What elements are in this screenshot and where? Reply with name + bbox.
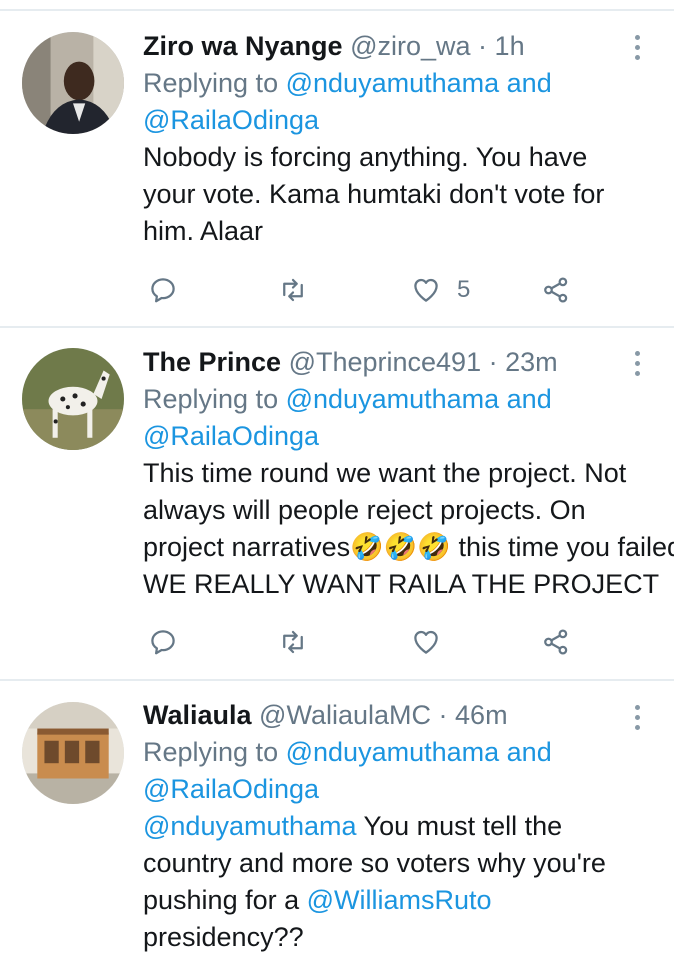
mention-link[interactable]: @nduyamuthama xyxy=(143,811,357,841)
tweet-text: You must tell the xyxy=(356,811,563,841)
tweet-text-line: country and more so voters why you're xyxy=(143,848,606,878)
more-vertical-icon[interactable] xyxy=(627,348,647,382)
share-icon xyxy=(544,629,568,655)
mention-link[interactable]: @RailaOdinga xyxy=(143,421,319,451)
mention-link[interactable]: @nduyamuthama xyxy=(286,737,500,767)
tweet-text-line: your vote. Kama humtaki don't vote for xyxy=(143,179,605,209)
separator-dot: · xyxy=(488,347,498,377)
replying-label: Replying to xyxy=(143,384,279,414)
tweet-header: Ziro wa Nyange @ziro_wa · 1h xyxy=(143,28,663,65)
tweet-text: pushing for a xyxy=(143,885,307,915)
like-button[interactable]: 5 xyxy=(411,270,470,310)
reply-icon xyxy=(151,278,175,303)
tweet-header: Waliaula @WaliaulaMC · 46m xyxy=(143,697,663,734)
display-name[interactable]: The Prince xyxy=(143,347,281,377)
retweet-icon xyxy=(283,278,303,302)
share-icon xyxy=(544,277,568,303)
separator xyxy=(0,679,674,681)
tweet-actions xyxy=(143,622,593,662)
tweet-text-line: Nobody is forcing anything. You have xyxy=(143,142,588,172)
reply-button[interactable] xyxy=(148,622,178,662)
retweet-button[interactable] xyxy=(278,622,308,662)
tweet-header: The Prince @Theprince491 · 23m xyxy=(143,344,663,381)
avatar-photo xyxy=(22,348,124,450)
replying-and[interactable]: and xyxy=(507,384,552,414)
share-button[interactable] xyxy=(541,622,571,662)
replying-to-cont: @RailaOdinga xyxy=(143,102,663,139)
mention-link[interactable]: @nduyamuthama xyxy=(286,68,500,98)
heart-icon xyxy=(414,630,438,654)
retweet-button[interactable] xyxy=(278,270,308,310)
replying-to: Replying to @nduyamuthama and xyxy=(143,381,663,418)
replying-to-cont: @RailaOdinga xyxy=(143,418,663,455)
separator-dot: · xyxy=(438,700,448,730)
replying-to-cont: @RailaOdinga xyxy=(143,771,663,808)
replying-to: Replying to @nduyamuthama and xyxy=(143,734,663,771)
tweet-text-line: him. Alaar xyxy=(143,216,264,246)
avatar[interactable] xyxy=(22,702,124,804)
tweet-text-line: @nduyamuthama You must tell the xyxy=(143,808,663,845)
tweet-text-line: always will people reject projects. On xyxy=(143,495,586,525)
like-count: 5 xyxy=(457,276,471,303)
timestamp[interactable]: 23m xyxy=(505,347,558,377)
mention-link[interactable]: @WilliamsRuto xyxy=(307,885,492,915)
tweet-text-line: project narratives🤣🤣🤣 this time you fail… xyxy=(143,532,674,562)
handle[interactable]: @ziro_wa xyxy=(350,31,470,61)
replying-and[interactable]: and xyxy=(507,737,552,767)
replying-label: Replying to xyxy=(143,68,279,98)
mention-link[interactable]: @nduyamuthama xyxy=(286,384,500,414)
reply-icon xyxy=(151,630,175,655)
tweet-text-line: WE REALLY WANT RAILA THE PROJECT xyxy=(143,569,660,599)
reply-button[interactable] xyxy=(148,270,178,310)
avatar-photo xyxy=(22,702,124,804)
handle[interactable]: @WaliaulaMC xyxy=(259,700,431,730)
timestamp[interactable]: 1h xyxy=(495,31,525,61)
timestamp[interactable]: 46m xyxy=(455,700,508,730)
avatar[interactable] xyxy=(22,32,124,134)
retweet-icon xyxy=(283,630,303,654)
display-name[interactable]: Ziro wa Nyange xyxy=(143,31,343,61)
avatar-photo xyxy=(22,32,124,134)
display-name[interactable]: Waliaula xyxy=(143,700,252,730)
mention-link[interactable]: @RailaOdinga xyxy=(143,105,319,135)
more-vertical-icon[interactable] xyxy=(627,32,647,66)
avatar[interactable] xyxy=(22,348,124,450)
replying-label: Replying to xyxy=(143,737,279,767)
replying-to: Replying to @nduyamuthama and xyxy=(143,65,663,102)
tweet-text-line: pushing for a @WilliamsRuto xyxy=(143,882,663,919)
separator-top xyxy=(0,9,674,11)
heart-icon xyxy=(414,278,438,302)
separator-dot: · xyxy=(478,31,488,61)
tweet-text-line: presidency?? xyxy=(143,922,304,952)
replying-and[interactable]: and xyxy=(507,68,552,98)
tweet-actions: 5 xyxy=(143,270,593,310)
separator xyxy=(0,326,674,328)
handle[interactable]: @Theprince491 xyxy=(289,347,482,377)
share-button[interactable] xyxy=(541,270,571,310)
tweet-text-line: This time round we want the project. Not xyxy=(143,458,627,488)
like-button[interactable] xyxy=(411,622,457,662)
more-vertical-icon[interactable] xyxy=(627,702,647,736)
mention-link[interactable]: @RailaOdinga xyxy=(143,774,319,804)
